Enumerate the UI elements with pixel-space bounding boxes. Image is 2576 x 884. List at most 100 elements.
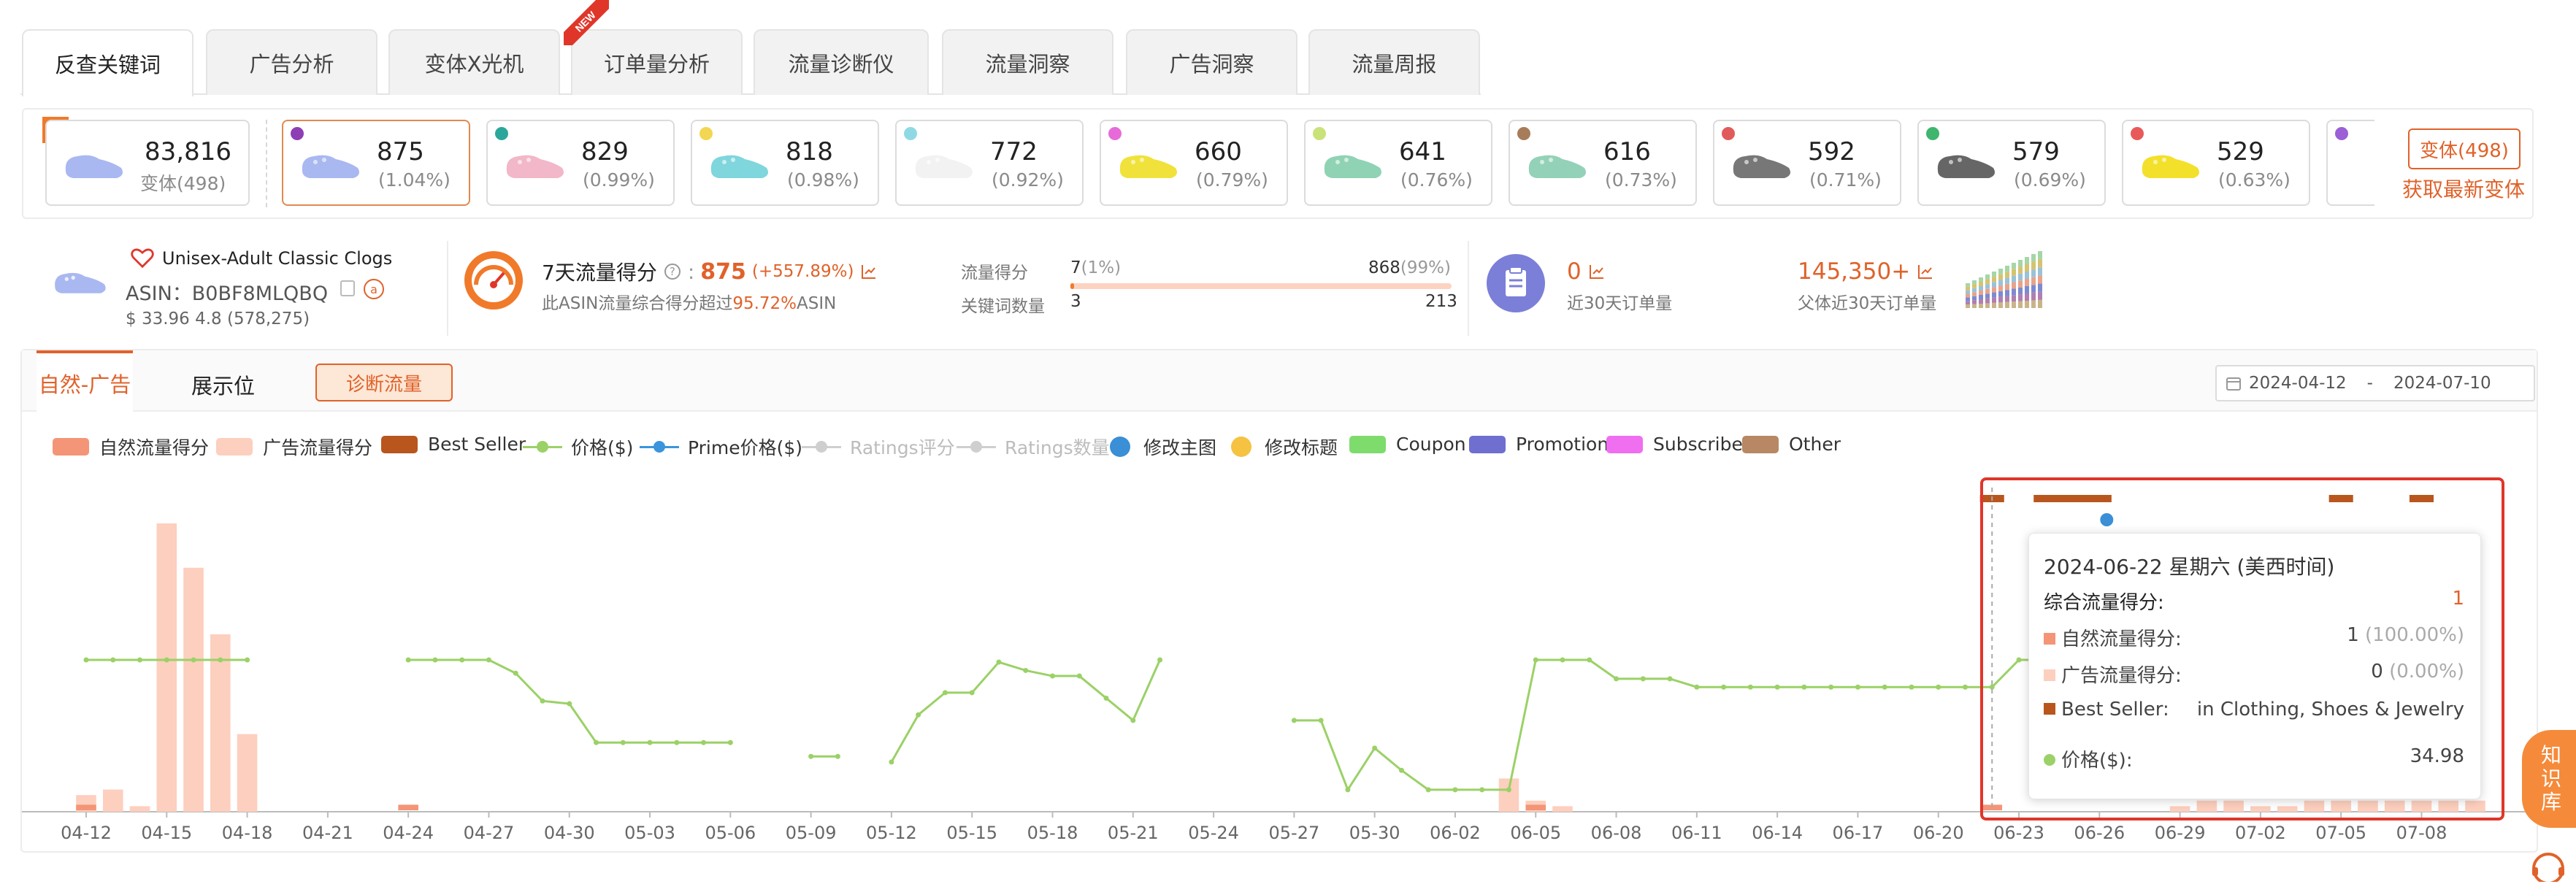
price-point[interactable] — [1398, 767, 1404, 773]
price-point[interactable] — [1747, 684, 1753, 690]
legend-item[interactable]: 广告流量得分 — [216, 434, 372, 460]
price-point[interactable] — [1614, 676, 1619, 682]
price-point[interactable] — [110, 657, 116, 663]
legend-item[interactable]: Promotion — [1469, 434, 1609, 455]
price-point[interactable] — [996, 659, 1002, 665]
price-point[interactable] — [1855, 684, 1860, 690]
legend-item[interactable]: 价格($) — [523, 434, 633, 460]
copy-icon[interactable] — [340, 280, 355, 296]
fetch-latest-variants-link[interactable]: 获取最新变体 — [2402, 174, 2525, 203]
date-range-picker[interactable]: 2024-04-12 - 2024-07-10 — [2215, 365, 2535, 401]
price-point[interactable] — [1533, 657, 1538, 663]
price-point[interactable] — [245, 657, 250, 663]
price-point[interactable] — [513, 670, 518, 676]
tab-traffic-weekly[interactable]: 流量周报 — [1308, 29, 1480, 95]
ad-score-bar[interactable] — [183, 567, 204, 812]
variant-card[interactable]: 616 (0.73%) — [1509, 120, 1697, 206]
price-point[interactable] — [835, 753, 840, 759]
headset-icon[interactable] — [2528, 848, 2569, 882]
price-point[interactable] — [1560, 657, 1565, 663]
variant-card[interactable]: 641 (0.76%) — [1304, 120, 1492, 206]
price-point[interactable] — [1345, 787, 1351, 793]
natural-score-bar[interactable] — [76, 804, 96, 810]
price-point[interactable] — [1962, 684, 1968, 690]
tab-traffic-insight[interactable]: 流量洞察 — [942, 29, 1113, 95]
price-point[interactable] — [1425, 787, 1431, 793]
price-point[interactable] — [432, 657, 438, 663]
price-point[interactable] — [594, 739, 599, 745]
variant-card[interactable]: 579 (0.69%) — [1917, 120, 2106, 206]
price-point[interactable] — [137, 657, 143, 663]
price-point[interactable] — [1050, 673, 1056, 679]
price-point[interactable] — [620, 739, 626, 745]
price-point[interactable] — [1130, 718, 1136, 723]
tab-ad-analysis[interactable]: 广告分析 — [206, 29, 377, 95]
price-point[interactable] — [1103, 695, 1109, 701]
price-point[interactable] — [1506, 787, 1511, 793]
price-point[interactable] — [1076, 673, 1082, 679]
ad-score-bar[interactable] — [1552, 806, 1573, 812]
price-point[interactable] — [405, 657, 411, 663]
price-line[interactable] — [890, 659, 1161, 763]
tab-variant-xray[interactable]: 变体X光机 — [388, 29, 560, 95]
price-point[interactable] — [567, 701, 572, 707]
price-point[interactable] — [916, 712, 921, 718]
heart-icon[interactable] — [130, 247, 155, 269]
price-point[interactable] — [1936, 684, 1941, 690]
ad-score-bar[interactable] — [156, 523, 177, 812]
price-point[interactable] — [1774, 684, 1780, 690]
variant-card[interactable]: 875 (1.04%) — [282, 120, 470, 206]
price-point[interactable] — [889, 759, 894, 765]
price-point[interactable] — [1452, 787, 1458, 793]
tab-reverse-keywords[interactable]: 反查关键词 — [22, 29, 193, 96]
legend-item[interactable]: Coupon — [1349, 434, 1466, 455]
price-point[interactable] — [942, 690, 948, 696]
price-point[interactable] — [674, 739, 680, 745]
help-icon[interactable]: ? — [664, 264, 681, 280]
legend-item[interactable]: Other — [1742, 434, 1841, 455]
price-point[interactable] — [1694, 684, 1700, 690]
ad-score-bar[interactable] — [102, 789, 123, 812]
price-point[interactable] — [1157, 657, 1163, 663]
ad-score-bar[interactable] — [1498, 778, 1519, 812]
price-point[interactable] — [1801, 684, 1807, 690]
legend-item[interactable]: Ratings评分 — [802, 434, 955, 460]
ad-score-bar[interactable] — [129, 806, 150, 812]
price-point[interactable] — [459, 657, 465, 663]
price-point[interactable] — [808, 753, 814, 759]
legend-item[interactable]: Prime价格($) — [640, 434, 802, 460]
variant-card[interactable]: 592 (0.71%) — [1713, 120, 1901, 206]
price-point[interactable] — [1291, 718, 1297, 723]
parent-variant-card[interactable]: 83,816 变体(498) — [45, 120, 250, 206]
variant-card[interactable]: 529 (0.63%) — [2122, 120, 2310, 206]
price-point[interactable] — [1479, 787, 1485, 793]
price-point[interactable] — [1372, 745, 1378, 751]
price-point[interactable] — [486, 657, 491, 663]
variant-count-button[interactable]: 变体(498) — [2408, 128, 2521, 169]
price-point[interactable] — [1909, 684, 1914, 690]
variant-card[interactable]: 818 (0.98%) — [691, 120, 879, 206]
tab-traffic-diagnosis[interactable]: 流量诊断仪 — [754, 29, 929, 95]
variant-card[interactable]: 829 (0.99%) — [486, 120, 675, 206]
price-point[interactable] — [1721, 684, 1727, 690]
legend-item[interactable]: Best Seller — [381, 434, 526, 455]
price-point[interactable] — [1882, 684, 1887, 690]
price-point[interactable] — [1587, 657, 1592, 663]
tab-natural-ad[interactable]: 自然-广告 — [37, 350, 133, 413]
trend-chart-icon[interactable] — [861, 264, 877, 280]
price-point[interactable] — [218, 657, 223, 663]
price-point[interactable] — [1318, 718, 1324, 723]
natural-score-bar[interactable] — [1525, 804, 1546, 810]
asin-value[interactable]: B0BF8MLQBQ — [192, 283, 328, 305]
price-point[interactable] — [1023, 667, 1029, 673]
price-point[interactable] — [191, 657, 196, 663]
price-point[interactable] — [1640, 676, 1646, 682]
price-point[interactable] — [727, 739, 733, 745]
tab-placement[interactable]: 展示位 — [191, 369, 255, 400]
price-point[interactable] — [969, 690, 975, 696]
product-title[interactable]: Unisex-Adult Classic Clogs — [162, 248, 392, 269]
stacked-mini-chart-icon[interactable] — [1963, 244, 2047, 310]
legend-item[interactable]: 修改主图 — [1110, 434, 1216, 460]
trend-chart-icon[interactable] — [1589, 264, 1605, 280]
price-point[interactable] — [164, 657, 169, 663]
